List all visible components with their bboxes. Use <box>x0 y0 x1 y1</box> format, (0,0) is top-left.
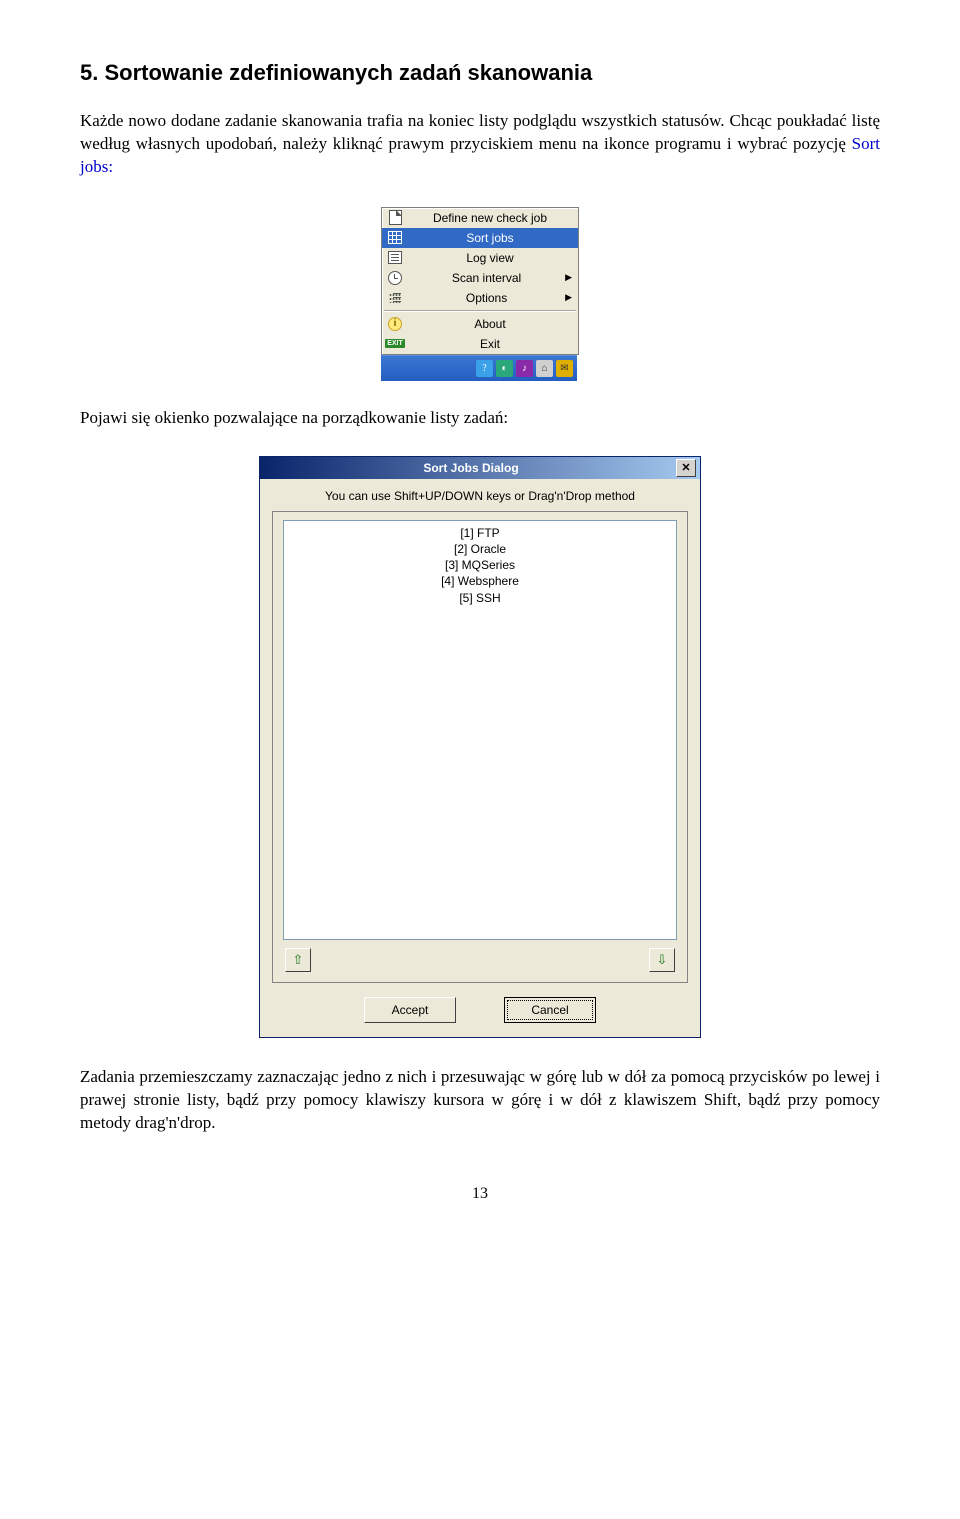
menu-item-sort-jobs[interactable]: Sort jobs <box>382 228 578 248</box>
list-item[interactable]: [4] Websphere <box>290 573 670 589</box>
tray-icon[interactable]: ◐ <box>496 360 513 377</box>
menu-label: Log view <box>408 251 572 265</box>
dialog-frame: [1] FTP [2] Oracle [3] MQSeries [4] Webs… <box>272 511 688 983</box>
list-item[interactable]: [5] SSH <box>290 590 670 606</box>
list-icon <box>386 290 404 306</box>
tray-icon[interactable]: ♪ <box>516 360 533 377</box>
menu-item-scan-interval[interactable]: Scan interval ▶ <box>382 268 578 288</box>
list-item[interactable]: [2] Oracle <box>290 541 670 557</box>
grid-icon <box>386 230 404 246</box>
menu-item-log-view[interactable]: Log view <box>382 248 578 268</box>
tray-icon[interactable]: ✉ <box>556 360 573 377</box>
accept-button[interactable]: Accept <box>364 997 456 1023</box>
dialog-hint-text: You can use Shift+UP/DOWN keys or Drag'n… <box>272 489 688 503</box>
log-icon <box>386 250 404 266</box>
document-icon <box>386 210 404 226</box>
paragraph-1: Każde nowo dodane zadanie skanowania tra… <box>80 110 880 179</box>
move-down-button[interactable]: ⇩ <box>649 948 675 972</box>
cancel-button[interactable]: Cancel <box>504 997 596 1023</box>
move-up-button[interactable]: ⇧ <box>285 948 311 972</box>
menu-item-about[interactable]: i About <box>382 314 578 334</box>
taskbar-tray: ? ◐ ♪ ⌂ ✉ <box>381 355 577 381</box>
about-icon: i <box>386 316 404 332</box>
menu-separator <box>384 310 576 312</box>
paragraph-1-text: Każde nowo dodane zadanie skanowania tra… <box>80 111 880 153</box>
exit-icon: EXIT <box>386 336 404 352</box>
menu-label: Exit <box>408 337 572 351</box>
close-button[interactable]: ✕ <box>676 459 696 477</box>
submenu-arrow-icon: ▶ <box>565 292 572 303</box>
menu-item-exit[interactable]: EXIT Exit <box>382 334 578 354</box>
dialog-title: Sort Jobs Dialog <box>266 461 676 475</box>
list-item[interactable]: [3] MQSeries <box>290 557 670 573</box>
menu-label: Sort jobs <box>408 231 572 245</box>
page-number: 13 <box>80 1185 880 1203</box>
menu-item-options[interactable]: Options ▶ <box>382 288 578 308</box>
section-heading: 5. Sortowanie zdefiniowanych zadań skano… <box>80 60 880 86</box>
list-item[interactable]: [1] FTP <box>290 525 670 541</box>
dialog-titlebar[interactable]: Sort Jobs Dialog ✕ <box>260 457 700 479</box>
menu-label: About <box>408 317 572 331</box>
paragraph-2: Pojawi się okienko pozwalające na porząd… <box>80 407 880 430</box>
sort-jobs-dialog: Sort Jobs Dialog ✕ You can use Shift+UP/… <box>259 456 701 1038</box>
clock-icon <box>386 270 404 286</box>
paragraph-3: Zadania przemieszczamy zaznaczając jedno… <box>80 1066 880 1135</box>
context-menu[interactable]: Define new check job Sort jobs Log view … <box>381 207 579 355</box>
menu-label: Scan interval <box>408 271 565 285</box>
menu-label: Define new check job <box>408 211 572 225</box>
tray-icon[interactable]: ? <box>476 360 493 377</box>
menu-label: Options <box>408 291 565 305</box>
submenu-arrow-icon: ▶ <box>565 272 572 283</box>
tray-icon[interactable]: ⌂ <box>536 360 553 377</box>
jobs-listbox[interactable]: [1] FTP [2] Oracle [3] MQSeries [4] Webs… <box>283 520 677 940</box>
menu-item-define-new-check-job[interactable]: Define new check job <box>382 208 578 228</box>
